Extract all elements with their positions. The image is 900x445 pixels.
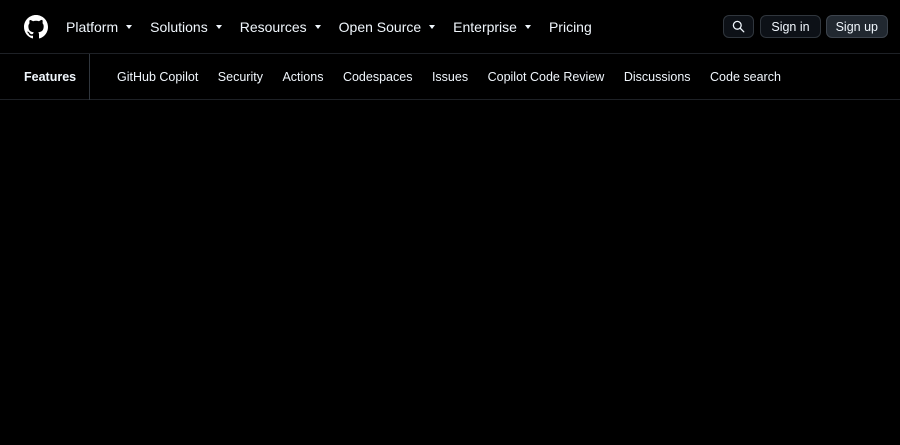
nav-open-source-label: Open Source [338, 19, 422, 35]
nav-pricing[interactable]: Pricing [549, 19, 592, 35]
features-links: GitHub Copilot Security Actions Codespac… [117, 54, 800, 100]
search-button[interactable] [723, 15, 755, 38]
chevron-down-icon [215, 25, 222, 29]
subnav-discussions[interactable]: Discussions [624, 70, 691, 84]
nav-platform[interactable]: Platform [66, 19, 133, 35]
nav-enterprise[interactable]: Enterprise [453, 19, 531, 35]
chevron-down-icon [524, 25, 531, 29]
subnav-github-copilot[interactable]: GitHub Copilot [117, 70, 198, 84]
nav-open-source[interactable]: Open Source [339, 19, 436, 35]
subnav-security[interactable]: Security [218, 70, 263, 84]
chevron-down-icon [429, 25, 436, 29]
nav-resources-label: Resources [239, 19, 307, 35]
nav-resources[interactable]: Resources [240, 19, 321, 35]
nav-enterprise-label: Enterprise [453, 19, 517, 35]
sign-in-button[interactable]: Sign in [760, 15, 821, 38]
header-actions: Sign in Sign up [723, 15, 888, 38]
nav-solutions-label: Solutions [150, 19, 208, 35]
subnav-issues[interactable]: Issues [432, 70, 468, 84]
subnav-divider [89, 54, 90, 100]
top-header: Platform Solutions Resources Open Source… [0, 0, 900, 54]
main-nav: Platform Solutions Resources Open Source… [66, 0, 610, 54]
github-logo-icon[interactable] [24, 15, 48, 39]
chevron-down-icon [314, 25, 321, 29]
nav-platform-label: Platform [66, 19, 119, 35]
chevron-down-icon [126, 25, 133, 29]
nav-solutions[interactable]: Solutions [150, 19, 222, 35]
features-title[interactable]: Features [24, 54, 76, 100]
nav-pricing-label: Pricing [548, 19, 592, 35]
subnav-copilot-code-review[interactable]: Copilot Code Review [488, 70, 605, 84]
features-subnav: Features GitHub Copilot Security Actions… [0, 54, 900, 100]
subnav-codespaces[interactable]: Codespaces [343, 70, 413, 84]
search-icon [733, 20, 745, 33]
sign-up-button[interactable]: Sign up [825, 15, 888, 38]
subnav-actions[interactable]: Actions [282, 70, 323, 84]
subnav-code-search[interactable]: Code search [710, 70, 781, 84]
